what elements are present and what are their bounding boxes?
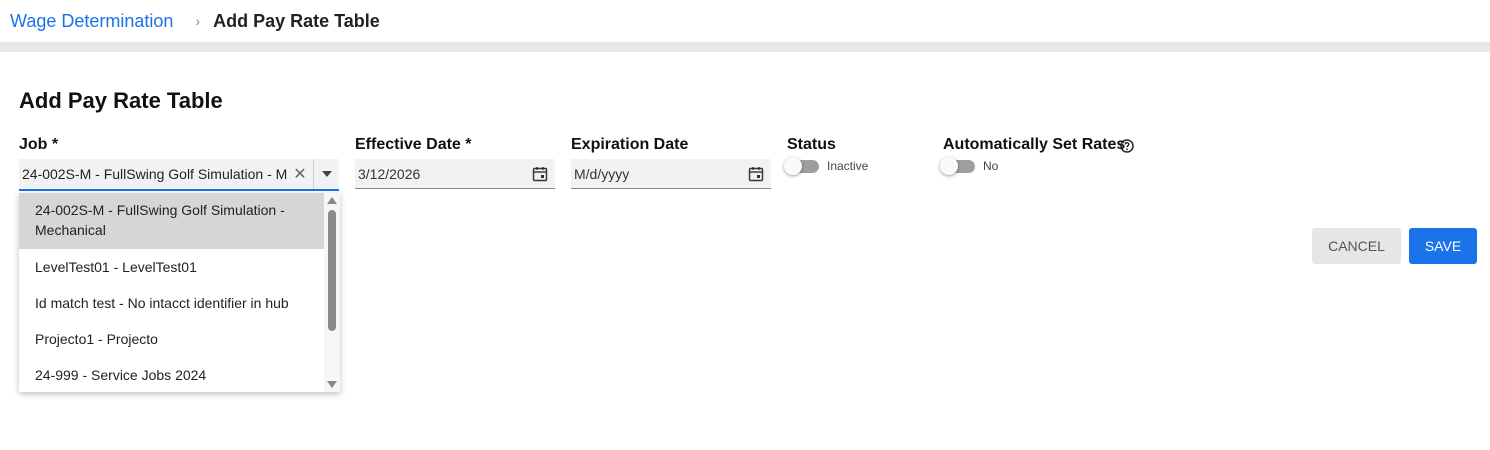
cancel-button[interactable]: CANCEL [1312, 228, 1401, 264]
auto-set-rates-toggle-knob [940, 157, 958, 175]
save-button[interactable]: SAVE [1409, 228, 1477, 264]
job-label: Job * [19, 136, 59, 153]
status-toggle-text: Inactive [827, 159, 869, 173]
job-option[interactable]: LevelTest01 - LevelTest01 [19, 249, 324, 285]
expiration-date-field[interactable]: M/d/yyyy [571, 159, 771, 189]
auto-set-rates-label: Automatically Set Rates [943, 136, 1126, 153]
scrollbar-thumb[interactable] [328, 210, 336, 331]
status-toggle[interactable] [784, 157, 820, 175]
auto-set-rates-toggle-text: No [983, 159, 999, 173]
expiration-date-input[interactable]: M/d/yyyy [571, 166, 741, 182]
breadcrumb-link-wage-determination[interactable]: Wage Determination [10, 11, 173, 32]
job-option-line1: 24-999 - Service Jobs 2024 [35, 367, 207, 383]
header-divider [0, 42, 1490, 52]
status-toggle-knob [784, 157, 802, 175]
job-option-line1: Projecto1 - Projecto [35, 331, 158, 347]
question-circle-icon[interactable] [1120, 139, 1134, 153]
chevron-down-icon[interactable] [313, 159, 339, 189]
effective-date-label: Effective Date * [355, 136, 472, 153]
effective-date-input[interactable]: 3/12/2026 [355, 166, 525, 182]
job-option[interactable]: 24-002S-M - FullSwing Golf Simulation - … [19, 193, 324, 249]
job-option-line2: Mechanical [35, 222, 106, 238]
job-option[interactable]: 24-999 - Service Jobs 2024 [19, 357, 324, 392]
job-option-line1: Id match test - No intacct identifier in… [35, 295, 289, 311]
breadcrumb: Wage Determination › Add Pay Rate Table [0, 0, 1490, 42]
job-input[interactable]: 24-002S-M - FullSwing Golf Simulation - … [19, 166, 287, 182]
auto-set-rates-toggle[interactable] [940, 157, 976, 175]
job-option[interactable]: Projecto1 - Projecto [19, 321, 324, 357]
job-combobox[interactable]: 24-002S-M - FullSwing Golf Simulation - … [19, 159, 339, 191]
job-options-listbox[interactable]: 24-002S-M - FullSwing Golf Simulation - … [19, 193, 340, 392]
listbox-scrollbar[interactable] [324, 193, 340, 392]
job-option-line1: LevelTest01 - LevelTest01 [35, 259, 197, 275]
chevron-right-icon: › [195, 13, 201, 29]
breadcrumb-current: Add Pay Rate Table [213, 10, 380, 31]
status-label: Status [787, 136, 836, 153]
calendar-icon[interactable] [741, 166, 771, 182]
page-title: Add Pay Rate Table [19, 88, 223, 113]
close-icon[interactable]: ✕ [287, 164, 313, 184]
expiration-date-label: Expiration Date [571, 136, 689, 153]
effective-date-field[interactable]: 3/12/2026 [355, 159, 555, 189]
scroll-up-arrow-icon[interactable] [327, 197, 337, 204]
calendar-icon[interactable] [525, 166, 555, 182]
scroll-down-arrow-icon[interactable] [327, 381, 337, 388]
job-option[interactable]: Id match test - No intacct identifier in… [19, 285, 324, 321]
job-option-line1: 24-002S-M - FullSwing Golf Simulation - [35, 202, 285, 218]
